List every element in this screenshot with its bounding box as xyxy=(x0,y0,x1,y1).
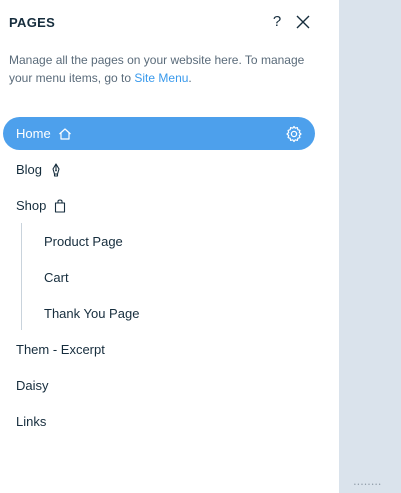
panel-title: PAGES xyxy=(9,15,56,30)
page-item-label: Cart xyxy=(44,270,69,285)
page-item-label: Product Page xyxy=(44,234,123,249)
description-end: . xyxy=(188,71,192,85)
page-item-label: Them - Excerpt xyxy=(16,342,105,357)
page-item-blog[interactable]: Blog xyxy=(3,153,315,186)
page-item-them-excerpt[interactable]: Them - Excerpt xyxy=(3,333,315,366)
page-item-label: Home xyxy=(16,126,51,141)
page-item-thank-you-page[interactable]: Thank You Page xyxy=(3,297,315,330)
page-item-links[interactable]: Links xyxy=(3,405,315,438)
canvas-footer-text: • • • • • • • • xyxy=(354,482,381,488)
page-item-label: Links xyxy=(16,414,47,429)
close-icon xyxy=(296,15,310,29)
site-menu-link[interactable]: Site Menu xyxy=(134,71,188,85)
page-item-label: Daisy xyxy=(16,378,49,393)
page-item-label: Blog xyxy=(16,162,43,177)
page-item-product-page[interactable]: Product Page xyxy=(3,225,315,258)
pen-icon xyxy=(49,162,63,177)
panel-header: PAGES ? xyxy=(0,0,339,46)
page-item-home[interactable]: Home xyxy=(3,117,315,150)
shopping-bag-icon xyxy=(53,198,67,213)
help-button[interactable]: ? xyxy=(270,13,284,31)
gear-icon xyxy=(286,125,302,143)
page-item-cart[interactable]: Cart xyxy=(3,261,315,294)
page-item-daisy[interactable]: Daisy xyxy=(3,369,315,402)
page-item-label: Shop xyxy=(16,198,47,213)
home-icon xyxy=(58,127,72,141)
panel-description: Manage all the pages on your website her… xyxy=(9,51,319,87)
page-item-label: Thank You Page xyxy=(44,306,140,321)
close-button[interactable] xyxy=(295,14,311,30)
page-item-shop[interactable]: Shop xyxy=(3,189,315,222)
editor-canvas[interactable] xyxy=(339,0,401,493)
pages-panel: PAGES ? Manage all the pages on your web… xyxy=(0,0,339,493)
page-settings-button[interactable] xyxy=(285,125,303,143)
